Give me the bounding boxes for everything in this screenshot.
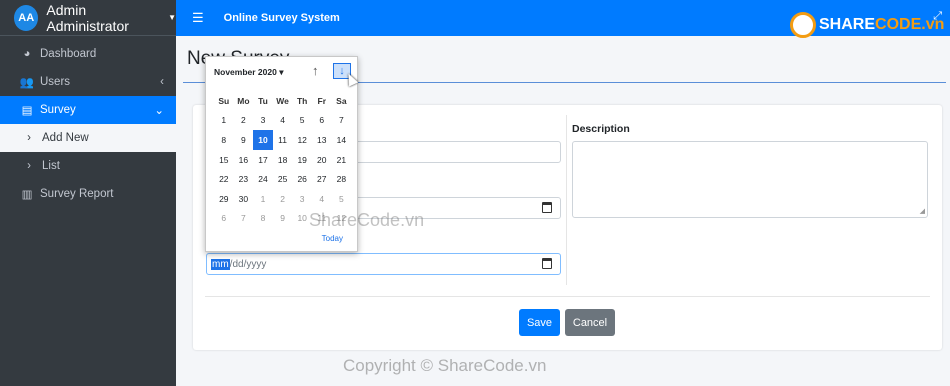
calendar-day[interactable]: 9 bbox=[234, 130, 254, 150]
calendar-grid: Su Mo Tu We Th Fr Sa 1 2 3 4 5 6 7 8 9 10 11 12 13 14 15 16 17 1… bbox=[214, 91, 351, 228]
date-month-segment[interactable]: mm bbox=[211, 258, 230, 270]
calendar-day[interactable]: 26 bbox=[292, 169, 312, 189]
calendar-day[interactable]: 6 bbox=[214, 209, 234, 229]
calendar-day[interactable]: 16 bbox=[234, 150, 254, 170]
user-menu[interactable]: AA Admin Administrator ▼ bbox=[0, 0, 176, 36]
calendar-day[interactable]: 9 bbox=[273, 209, 293, 229]
app-title: Online Survey System bbox=[223, 12, 340, 24]
sidebar-item-list[interactable]: › List bbox=[0, 152, 176, 180]
sidebar-item-label: Add New bbox=[42, 132, 89, 144]
calendar-day[interactable]: 20 bbox=[312, 150, 332, 170]
user-name: Admin Administrator bbox=[46, 1, 129, 34]
logo-mark bbox=[790, 12, 816, 38]
chart-icon: ▥ bbox=[21, 189, 33, 201]
mouse-cursor-icon bbox=[343, 71, 359, 87]
weekday-header: Sa bbox=[336, 95, 347, 106]
sidebar-item-users[interactable]: 👥 Users ‹ bbox=[0, 68, 176, 96]
calendar-day[interactable]: 3 bbox=[292, 189, 312, 209]
weekday-header: We bbox=[276, 95, 289, 106]
calendar-day[interactable]: 4 bbox=[312, 189, 332, 209]
calendar-day[interactable]: 28 bbox=[332, 169, 352, 189]
calendar-day[interactable]: 21 bbox=[332, 150, 352, 170]
survey-icon: ▤ bbox=[21, 105, 33, 117]
weekday-header: Tu bbox=[258, 95, 268, 106]
month-year-select[interactable]: November 2020 ▾ bbox=[214, 67, 283, 78]
sidebar-item-add-new[interactable]: › Add New bbox=[0, 124, 176, 152]
calendar-day[interactable]: 23 bbox=[234, 169, 254, 189]
calendar-day[interactable]: 1 bbox=[214, 111, 234, 131]
calendar-day[interactable]: 19 bbox=[292, 150, 312, 170]
logo-code: CODE.vn bbox=[875, 16, 945, 33]
column-divider bbox=[566, 115, 567, 285]
weekday-header: Su bbox=[218, 95, 230, 106]
logo: SHARECODE.vn bbox=[790, 12, 944, 38]
calendar-day[interactable]: 3 bbox=[253, 111, 273, 131]
chevron-down-icon: ⌄ bbox=[154, 105, 164, 117]
watermark: ShareCode.vn bbox=[309, 210, 425, 230]
hamburger-icon[interactable]: ☰ bbox=[192, 10, 204, 26]
sidebar-item-label: Survey Report bbox=[40, 188, 114, 200]
chevron-left-icon: ‹ bbox=[160, 76, 164, 88]
sidebar-item-survey[interactable]: ▤ Survey ⌄ bbox=[0, 96, 176, 124]
calendar-icon[interactable] bbox=[542, 202, 552, 213]
weekday-header: Mo bbox=[237, 95, 250, 106]
dashboard-icon: ◕ bbox=[23, 48, 31, 60]
calendar-day[interactable]: 7 bbox=[234, 209, 254, 229]
calendar-day[interactable]: 8 bbox=[253, 209, 273, 229]
month-year-label: November 2020 bbox=[214, 67, 277, 77]
previous-month-arrow-icon[interactable]: ↑ bbox=[312, 63, 319, 78]
sidebar-item-label: Users bbox=[40, 76, 71, 88]
date-rest-segment[interactable]: /dd/yyyy bbox=[230, 259, 267, 270]
sidebar-item-label: Dashboard bbox=[40, 48, 97, 60]
calendar-day[interactable]: 12 bbox=[292, 130, 312, 150]
calendar-day[interactable]: 8 bbox=[214, 130, 234, 150]
calendar-day[interactable]: 27 bbox=[312, 169, 332, 189]
sidebar-item-dashboard[interactable]: ◕ Dashboard bbox=[0, 40, 176, 68]
end-date-input[interactable]: mm /dd/yyyy bbox=[206, 253, 561, 275]
avatar: AA bbox=[14, 4, 39, 31]
chevron-right-icon: › bbox=[27, 160, 31, 172]
save-button[interactable]: Save bbox=[519, 309, 560, 336]
calendar-day[interactable]: 1 bbox=[253, 189, 273, 209]
sidebar: AA Admin Administrator ▼ ◕ Dashboard 👥 U… bbox=[0, 0, 176, 386]
sidebar-item-label: Survey bbox=[40, 104, 76, 116]
calendar-day[interactable]: 17 bbox=[253, 150, 273, 170]
chevron-right-icon: › bbox=[27, 132, 31, 144]
calendar-day[interactable]: 2 bbox=[234, 111, 254, 131]
calendar-icon[interactable] bbox=[542, 258, 552, 269]
calendar-day[interactable]: 4 bbox=[273, 111, 293, 131]
today-link[interactable]: Today bbox=[322, 234, 343, 243]
calendar-day[interactable]: 15 bbox=[214, 150, 234, 170]
sidebar-item-survey-report[interactable]: ▥ Survey Report bbox=[0, 180, 176, 208]
calendar-day[interactable]: 7 bbox=[332, 111, 352, 131]
calendar-day[interactable]: 5 bbox=[292, 111, 312, 131]
users-icon: 👥 bbox=[19, 77, 35, 89]
calendar-day[interactable]: 25 bbox=[273, 169, 293, 189]
calendar-day[interactable]: 13 bbox=[312, 130, 332, 150]
weekday-header: Fr bbox=[317, 95, 327, 106]
divider bbox=[205, 296, 930, 297]
calendar-day[interactable]: 14 bbox=[332, 130, 352, 150]
calendar-day[interactable]: 22 bbox=[214, 169, 234, 189]
calendar-day[interactable]: 18 bbox=[273, 150, 293, 170]
sidebar-item-label: List bbox=[42, 160, 60, 172]
weekday-header: Th bbox=[296, 95, 308, 106]
caret-down-icon: ▼ bbox=[168, 13, 176, 22]
description-textarea[interactable]: ◢ bbox=[572, 141, 928, 218]
calendar-day[interactable]: 24 bbox=[253, 169, 273, 189]
logo-share: SHARE bbox=[819, 16, 876, 33]
calendar-day[interactable]: 6 bbox=[312, 111, 332, 131]
calendar-day[interactable]: 10 bbox=[253, 130, 273, 150]
description-label: Description bbox=[572, 123, 630, 135]
calendar-day[interactable]: 30 bbox=[234, 189, 254, 209]
calendar-day[interactable]: 29 bbox=[214, 189, 234, 209]
resize-grip-icon[interactable]: ◢ bbox=[920, 207, 925, 215]
calendar-day[interactable]: 11 bbox=[273, 130, 293, 150]
calendar-day[interactable]: 2 bbox=[273, 189, 293, 209]
cancel-button[interactable]: Cancel bbox=[565, 309, 615, 336]
calendar-day[interactable]: 5 bbox=[332, 189, 352, 209]
copyright-watermark: Copyright © ShareCode.vn bbox=[343, 356, 547, 375]
